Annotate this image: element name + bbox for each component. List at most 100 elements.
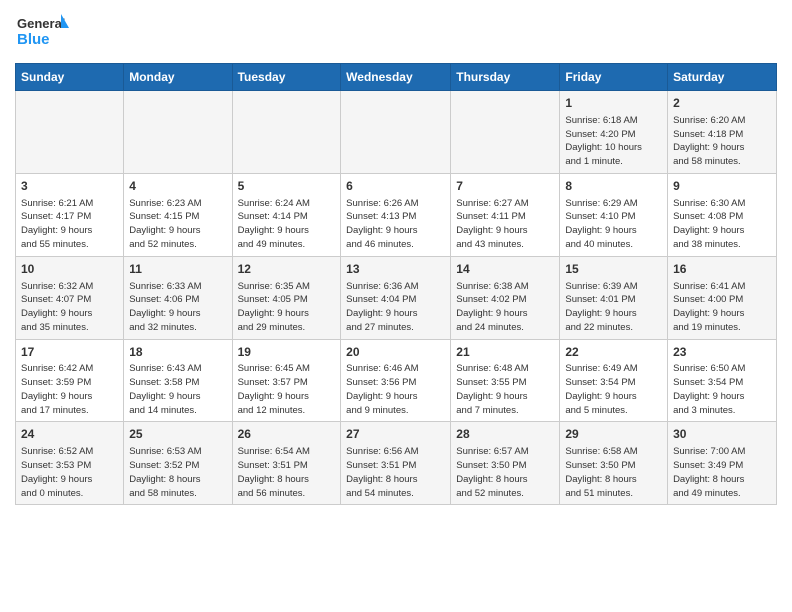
day-number: 6 (346, 178, 445, 195)
day-number: 1 (565, 95, 662, 112)
calendar-table: SundayMondayTuesdayWednesdayThursdayFrid… (15, 63, 777, 505)
day-number: 19 (238, 344, 336, 361)
calendar-cell: 5Sunrise: 6:24 AM Sunset: 4:14 PM Daylig… (232, 173, 341, 256)
calendar-cell: 19Sunrise: 6:45 AM Sunset: 3:57 PM Dayli… (232, 339, 341, 422)
day-info: Sunrise: 6:57 AM Sunset: 3:50 PM Dayligh… (456, 445, 554, 500)
day-number: 12 (238, 261, 336, 278)
day-number: 16 (673, 261, 771, 278)
weekday-header-saturday: Saturday (668, 64, 777, 91)
day-number: 5 (238, 178, 336, 195)
day-number: 15 (565, 261, 662, 278)
weekday-header-monday: Monday (124, 64, 232, 91)
day-number: 18 (129, 344, 226, 361)
day-info: Sunrise: 6:29 AM Sunset: 4:10 PM Dayligh… (565, 197, 662, 252)
weekday-header-thursday: Thursday (451, 64, 560, 91)
day-info: Sunrise: 6:21 AM Sunset: 4:17 PM Dayligh… (21, 197, 118, 252)
weekday-header-sunday: Sunday (16, 64, 124, 91)
day-number: 29 (565, 426, 662, 443)
calendar-cell: 10 Sunrise: 6:32 AM Sunset: 4:07 PM Dayli… (16, 256, 124, 339)
calendar-cell (451, 91, 560, 174)
day-info: Sunrise: 6:58 AM Sunset: 3:50 PM Dayligh… (565, 445, 662, 500)
day-number: 21 (456, 344, 554, 361)
day-number: 20 (346, 344, 445, 361)
day-info: Sunrise: 6:45 AM Sunset: 3:57 PM Dayligh… (238, 362, 336, 417)
calendar-cell: 20Sunrise: 6:46 AM Sunset: 3:56 PM Dayli… (341, 339, 451, 422)
day-info: Sunrise: 6:56 AM Sunset: 3:51 PM Dayligh… (346, 445, 445, 500)
day-number: 9 (673, 178, 771, 195)
calendar-cell: 24 Sunrise: 6:52 AM Sunset: 3:53 PM Dayli… (16, 422, 124, 505)
svg-text:General: General (17, 16, 65, 31)
calendar-cell: 1 Sunrise: 6:18 AM Sunset: 4:20 PM Daylig… (560, 91, 668, 174)
day-number: 22 (565, 344, 662, 361)
day-info: Sunrise: 7:00 AM Sunset: 3:49 PM Dayligh… (673, 445, 771, 500)
header: General Blue (15, 10, 777, 55)
day-number: 14 (456, 261, 554, 278)
day-info: Sunrise: 6:46 AM Sunset: 3:56 PM Dayligh… (346, 362, 445, 417)
day-info: Sunrise: 6:26 AM Sunset: 4:13 PM Dayligh… (346, 197, 445, 252)
calendar-cell (341, 91, 451, 174)
day-info: Sunrise: 6:39 AM Sunset: 4:01 PM Dayligh… (565, 280, 662, 335)
calendar-cell: 8 Sunrise: 6:29 AM Sunset: 4:10 PM Daylig… (560, 173, 668, 256)
weekday-header-wednesday: Wednesday (341, 64, 451, 91)
calendar-cell: 23Sunrise: 6:50 AM Sunset: 3:54 PM Dayli… (668, 339, 777, 422)
day-info: Sunrise: 6:35 AM Sunset: 4:05 PM Dayligh… (238, 280, 336, 335)
logo: General Blue (15, 10, 70, 55)
day-info: Sunrise: 6:41 AM Sunset: 4:00 PM Dayligh… (673, 280, 771, 335)
calendar-cell: 16 Sunrise: 6:41 AM Sunset: 4:00 PM Dayli… (668, 256, 777, 339)
day-info: Sunrise: 6:23 AM Sunset: 4:15 PM Dayligh… (129, 197, 226, 252)
day-number: 10 (21, 261, 118, 278)
calendar-cell: 17Sunrise: 6:42 AM Sunset: 3:59 PM Dayli… (16, 339, 124, 422)
day-number: 23 (673, 344, 771, 361)
day-info: Sunrise: 6:48 AM Sunset: 3:55 PM Dayligh… (456, 362, 554, 417)
day-info: Sunrise: 6:53 AM Sunset: 3:52 PM Dayligh… (129, 445, 226, 500)
calendar-cell: 15 Sunrise: 6:39 AM Sunset: 4:01 PM Dayli… (560, 256, 668, 339)
calendar-cell: 18Sunrise: 6:43 AM Sunset: 3:58 PM Dayli… (124, 339, 232, 422)
calendar-cell: 27 Sunrise: 6:56 AM Sunset: 3:51 PM Dayli… (341, 422, 451, 505)
calendar-cell (16, 91, 124, 174)
calendar-week-row: 1 Sunrise: 6:18 AM Sunset: 4:20 PM Daylig… (16, 91, 777, 174)
day-number: 13 (346, 261, 445, 278)
weekday-header-friday: Friday (560, 64, 668, 91)
day-info: Sunrise: 6:36 AM Sunset: 4:04 PM Dayligh… (346, 280, 445, 335)
day-number: 27 (346, 426, 445, 443)
calendar-cell: 3Sunrise: 6:21 AM Sunset: 4:17 PM Daylig… (16, 173, 124, 256)
day-info: Sunrise: 6:27 AM Sunset: 4:11 PM Dayligh… (456, 197, 554, 252)
weekday-header-tuesday: Tuesday (232, 64, 341, 91)
day-info: Sunrise: 6:52 AM Sunset: 3:53 PM Dayligh… (21, 445, 118, 500)
day-info: Sunrise: 6:20 AM Sunset: 4:18 PM Dayligh… (673, 114, 771, 169)
day-number: 25 (129, 426, 226, 443)
calendar-cell (232, 91, 341, 174)
weekday-header-row: SundayMondayTuesdayWednesdayThursdayFrid… (16, 64, 777, 91)
day-number: 24 (21, 426, 118, 443)
calendar-cell: 12 Sunrise: 6:35 AM Sunset: 4:05 PM Dayli… (232, 256, 341, 339)
day-number: 7 (456, 178, 554, 195)
day-info: Sunrise: 6:32 AM Sunset: 4:07 PM Dayligh… (21, 280, 118, 335)
calendar-week-row: 10 Sunrise: 6:32 AM Sunset: 4:07 PM Dayli… (16, 256, 777, 339)
day-info: Sunrise: 6:54 AM Sunset: 3:51 PM Dayligh… (238, 445, 336, 500)
calendar-cell: 7 Sunrise: 6:27 AM Sunset: 4:11 PM Daylig… (451, 173, 560, 256)
calendar-cell: 14Sunrise: 6:38 AM Sunset: 4:02 PM Dayli… (451, 256, 560, 339)
day-number: 2 (673, 95, 771, 112)
calendar-week-row: 24 Sunrise: 6:52 AM Sunset: 3:53 PM Dayli… (16, 422, 777, 505)
calendar-cell: 6 Sunrise: 6:26 AM Sunset: 4:13 PM Daylig… (341, 173, 451, 256)
calendar-cell: 22Sunrise: 6:49 AM Sunset: 3:54 PM Dayli… (560, 339, 668, 422)
calendar-cell: 13 Sunrise: 6:36 AM Sunset: 4:04 PM Dayli… (341, 256, 451, 339)
calendar-week-row: 17Sunrise: 6:42 AM Sunset: 3:59 PM Dayli… (16, 339, 777, 422)
day-info: Sunrise: 6:50 AM Sunset: 3:54 PM Dayligh… (673, 362, 771, 417)
calendar-cell: 29 Sunrise: 6:58 AM Sunset: 3:50 PM Dayli… (560, 422, 668, 505)
calendar-cell: 21Sunrise: 6:48 AM Sunset: 3:55 PM Dayli… (451, 339, 560, 422)
day-number: 4 (129, 178, 226, 195)
day-info: Sunrise: 6:30 AM Sunset: 4:08 PM Dayligh… (673, 197, 771, 252)
day-number: 17 (21, 344, 118, 361)
day-number: 8 (565, 178, 662, 195)
logo-svg: General Blue (15, 10, 70, 55)
calendar-cell: 30 Sunrise: 7:00 AM Sunset: 3:49 PM Dayli… (668, 422, 777, 505)
calendar-cell: 4 Sunrise: 6:23 AM Sunset: 4:15 PM Daylig… (124, 173, 232, 256)
calendar-cell: 9 Sunrise: 6:30 AM Sunset: 4:08 PM Daylig… (668, 173, 777, 256)
day-number: 26 (238, 426, 336, 443)
day-info: Sunrise: 6:18 AM Sunset: 4:20 PM Dayligh… (565, 114, 662, 169)
day-info: Sunrise: 6:49 AM Sunset: 3:54 PM Dayligh… (565, 362, 662, 417)
day-number: 30 (673, 426, 771, 443)
svg-text:Blue: Blue (17, 31, 50, 48)
calendar-cell: 11Sunrise: 6:33 AM Sunset: 4:06 PM Dayli… (124, 256, 232, 339)
